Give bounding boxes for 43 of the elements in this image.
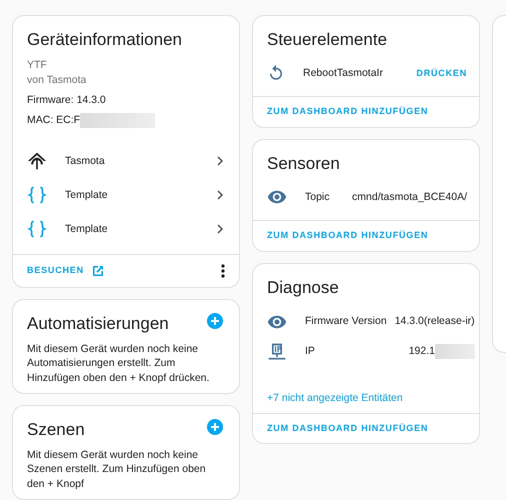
card-title: Geräteinformationen: [26, 29, 183, 51]
hidden-entities-link[interactable]: +7 nicht angezeigte Entitäten: [267, 392, 403, 404]
add-to-dashboard-button[interactable]: ZUM DASHBOARD HINZUFÜGEN: [267, 106, 428, 118]
entity-value: 192.1: [408, 344, 435, 359]
add-to-dashboard-button[interactable]: ZUM DASHBOARD HINZUFÜGEN: [267, 422, 428, 434]
manufacturer-text: von Tasmota: [27, 72, 88, 87]
entity-name: Topic: [305, 190, 331, 205]
link-label: Template: [65, 222, 109, 236]
press-button[interactable]: DRÜCKEN: [416, 68, 467, 80]
model-text: YTF: [27, 58, 48, 73]
firmware-text: Firmware: 14.3.0: [27, 92, 107, 107]
card-title: Steuerelemente: [266, 29, 388, 51]
more-options-button[interactable]: [221, 264, 225, 278]
external-link-icon: [92, 264, 104, 277]
restart-icon: [267, 64, 285, 82]
empty-message: Mit diesem Gerät wurden noch keine Szenen erstellt. Zum Hinzufügen oben den + Knopf: [26, 448, 207, 491]
link-label: Template: [65, 188, 109, 202]
card-title: Automatisierungen: [26, 312, 170, 335]
empty-message: Mit diesem Gerät wurden noch keine Automatisierungen erstellt. Zum Hinzufügen oben den + Knopf drücken.: [26, 342, 210, 385]
entity-value: cmnd/tasmota_BCE40A/: [352, 190, 467, 205]
chevron-right-icon: [215, 224, 225, 234]
visit-button[interactable]: BESUCHEN: [27, 264, 104, 277]
tasmota-logo-icon: [27, 150, 47, 171]
mac-text: MAC: EC:F: [27, 113, 80, 128]
card-title: Diagnose: [266, 277, 340, 300]
braces-icon: [27, 218, 47, 239]
entity-name: RebootTasmotaIr: [303, 66, 384, 80]
integration-link[interactable]: Tasmota: [13, 144, 239, 178]
entity-name: IP: [305, 344, 316, 359]
integration-link[interactable]: Template: [13, 212, 239, 246]
card-title: Sensoren: [266, 153, 341, 176]
chevron-right-icon: [215, 190, 225, 200]
entity-value: 14.3.0(release-ir): [394, 314, 475, 329]
chevron-right-icon: [215, 156, 225, 166]
add-button[interactable]: [207, 313, 223, 330]
entity-name: Firmware Version: [305, 314, 387, 329]
add-button[interactable]: [207, 419, 223, 435]
braces-icon: [27, 184, 47, 205]
link-label: Tasmota: [65, 154, 106, 168]
add-to-dashboard-button[interactable]: ZUM DASHBOARD HINZUFÜGEN: [267, 230, 428, 242]
network-icon: [267, 342, 287, 362]
integration-link[interactable]: Template: [13, 178, 239, 212]
card-title: Szenen: [26, 418, 86, 441]
